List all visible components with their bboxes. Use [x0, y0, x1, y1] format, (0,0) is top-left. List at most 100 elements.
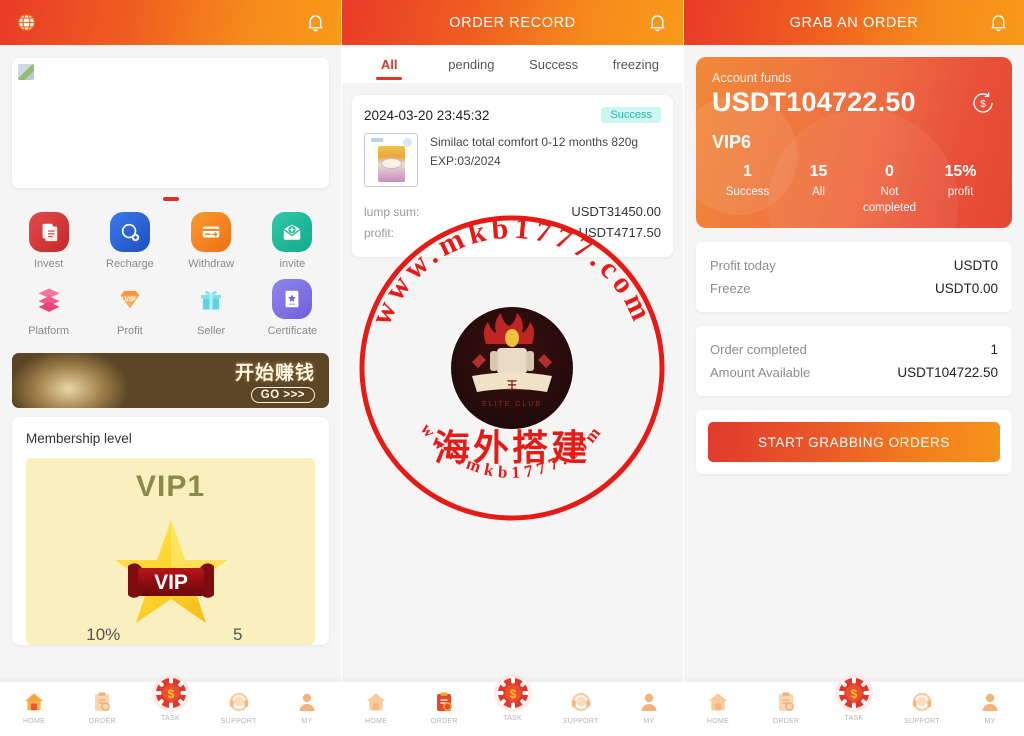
quick-action-invest[interactable]: Invest: [8, 212, 89, 270]
tab-all[interactable]: All: [348, 45, 430, 83]
vip-stat: 10%: [36, 625, 171, 645]
info-key: Amount Available: [710, 365, 811, 381]
svg-text:$: $: [980, 99, 986, 110]
nav-item-task[interactable]: $ TASK: [136, 674, 204, 722]
order-amounts: lump sum: USDT31450.00 profit: USDT4717.…: [364, 201, 661, 243]
nav-label: TASK: [161, 715, 180, 722]
user-icon: [977, 689, 1003, 715]
right-header-title: GRAB AN ORDER: [789, 14, 919, 31]
stat-label: Not completed: [862, 186, 917, 215]
funds-stat: 0 Not completed: [854, 163, 925, 216]
info-row: Profit today USDT0: [710, 254, 998, 277]
globe-icon[interactable]: [14, 11, 38, 35]
bell-icon[interactable]: [645, 11, 669, 35]
vip-level-box[interactable]: VIP1 VIP 10% 5: [26, 458, 315, 645]
quick-action-label: Platform: [28, 325, 70, 337]
clipboard-icon: [431, 689, 457, 715]
casino-chip-icon: $: [493, 673, 533, 713]
nav-item-order[interactable]: ORDER: [68, 689, 136, 725]
recharge-plus-icon: [109, 212, 150, 252]
bell-icon[interactable]: [986, 11, 1010, 35]
panel-grab-order: GRAB AN ORDER Account funds USDT104722.5…: [683, 0, 1024, 736]
nav-item-home[interactable]: HOME: [0, 689, 68, 725]
quick-action-label: Profit: [117, 325, 143, 337]
quick-action-invite[interactable]: invite: [252, 212, 333, 270]
start-grabbing-orders-button[interactable]: START GRABBING ORDERS: [708, 422, 1000, 463]
panel-order-record: ORDER RECORD All pending Success freezin…: [341, 0, 683, 736]
stat-value: 1: [743, 163, 752, 180]
nav-item-my[interactable]: MY: [956, 689, 1024, 725]
nav-label: ORDER: [772, 718, 800, 725]
svg-text:$: $: [167, 687, 174, 701]
headset-icon: [226, 689, 252, 715]
promo-carousel[interactable]: [12, 58, 329, 188]
nav-item-my[interactable]: MY: [615, 689, 683, 725]
tab-freezing[interactable]: freezing: [595, 45, 677, 83]
quick-action-platform[interactable]: Platform: [8, 279, 89, 337]
info-key: Freeze: [710, 281, 751, 297]
info-row: Order completed 1: [710, 338, 998, 361]
nav-item-home[interactable]: HOME: [684, 689, 752, 725]
nav-label: ORDER: [88, 718, 116, 725]
nav-item-my[interactable]: MY: [273, 689, 341, 725]
membership-card: Membership level VIP1 VIP 10% 5: [12, 417, 329, 645]
home-icon: [705, 689, 731, 715]
nav-label: SUPPORT: [220, 718, 257, 725]
nav-label: HOME: [365, 718, 388, 725]
nav-label: TASK: [503, 715, 522, 722]
nav-item-support[interactable]: SUPPORT: [205, 689, 273, 725]
clipboard-icon: [89, 689, 115, 715]
stat-label: profit: [947, 186, 974, 198]
gift-icon: [191, 279, 231, 319]
info-key: Profit today: [710, 258, 776, 274]
tab-success[interactable]: Success: [513, 45, 595, 83]
panel-home: Invest Recharge Withdraw invite Platform…: [0, 0, 341, 736]
info-value: 1: [990, 342, 998, 358]
nav-label: TASK: [844, 715, 864, 722]
nav-item-support[interactable]: SUPPORT: [547, 689, 615, 725]
card-withdraw-icon: [191, 212, 232, 252]
order-status-tabs: All pending Success freezing: [342, 45, 683, 83]
carousel-dot[interactable]: [162, 197, 179, 201]
nav-item-task[interactable]: $ TASK: [820, 674, 888, 722]
account-funds-label: Account funds: [712, 71, 792, 85]
status-badge: Success: [601, 107, 661, 123]
row-value: USDT4717.50: [578, 225, 661, 240]
vip-star-badge: VIP: [106, 508, 236, 623]
nav-label: HOME: [23, 718, 46, 725]
quick-action-recharge[interactable]: Recharge: [89, 212, 170, 270]
quick-action-certificate[interactable]: Certificate: [252, 279, 333, 337]
membership-title: Membership level: [26, 431, 132, 446]
nav-item-order[interactable]: ORDER: [752, 689, 820, 725]
quick-action-seller[interactable]: Seller: [171, 279, 252, 337]
order-datetime: 2024-03-20 23:45:32: [364, 107, 490, 123]
nav-label: SUPPORT: [562, 718, 599, 725]
mid-header: ORDER RECORD: [342, 0, 683, 45]
product-thumbnail: [364, 133, 418, 187]
banner-go-button[interactable]: GO >>>: [250, 387, 315, 403]
vip-diamond-icon: VIP: [110, 279, 150, 319]
quick-action-profit[interactable]: VIP Profit: [89, 279, 170, 337]
nav-item-task[interactable]: $ TASK: [478, 674, 546, 722]
quick-actions-grid: Invest Recharge Withdraw invite Platform…: [0, 202, 341, 351]
broken-image-icon: [18, 64, 34, 80]
stat-value: 0: [885, 163, 894, 180]
nav-item-support[interactable]: SUPPORT: [888, 689, 956, 725]
tab-pending[interactable]: pending: [430, 45, 512, 83]
dollar-refresh-icon[interactable]: $: [970, 90, 996, 116]
banner-title: 开始赚钱: [234, 363, 315, 384]
quick-action-withdraw[interactable]: Withdraw: [171, 212, 252, 270]
order-body: Similac total comfort 0-12 months 820g E…: [364, 133, 661, 187]
vip-level-label: VIP1: [135, 470, 206, 503]
document-list-icon: [28, 212, 69, 252]
stat-value: 15%: [944, 163, 977, 180]
vip-stat-value: 10%: [86, 625, 121, 644]
bell-icon[interactable]: [303, 11, 327, 35]
clipboard-icon: [773, 689, 799, 715]
nav-item-home[interactable]: HOME: [342, 689, 410, 725]
stat-label: All: [812, 186, 825, 198]
earn-money-banner[interactable]: 开始赚钱 GO >>>: [12, 353, 329, 408]
product-name: Similac total comfort 0-12 months 820g: [430, 135, 639, 149]
order-record-item[interactable]: 2024-03-20 23:45:32 Success Similac tota…: [352, 95, 673, 257]
nav-item-order[interactable]: ORDER: [410, 689, 478, 725]
